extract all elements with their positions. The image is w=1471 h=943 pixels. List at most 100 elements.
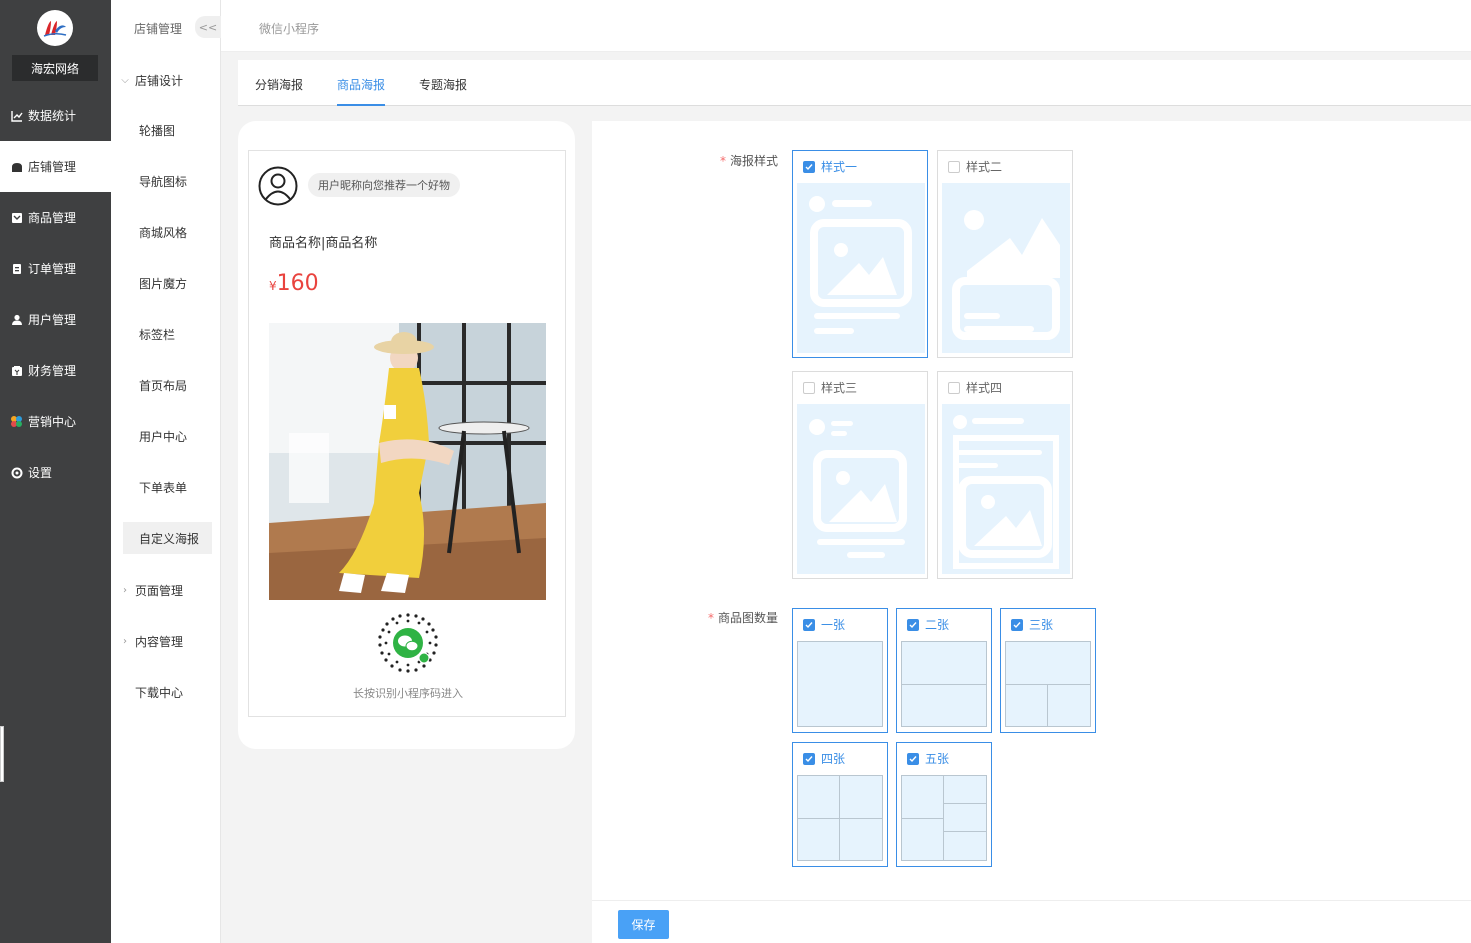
option-head: 四张: [803, 750, 845, 767]
chart-line-icon: [10, 109, 23, 122]
checkbox-checked-icon[interactable]: [907, 752, 919, 765]
group-label: 店铺设计: [135, 74, 184, 88]
sub-menu: 店铺管理 << ⌵ 店铺设计 轮播图 导航图标 商城风格 图片魔方 标签栏 首页…: [111, 0, 221, 943]
nav-item-orders[interactable]: 订单管理: [0, 243, 111, 294]
submenu-title: 店铺管理: [134, 22, 183, 36]
mini-program-qr-icon: [378, 613, 438, 673]
nav-item-settings[interactable]: 设置: [0, 447, 111, 498]
collapse-button[interactable]: <<: [195, 16, 221, 38]
count-option-3[interactable]: 三张: [1000, 608, 1096, 733]
brand-logo: [37, 10, 73, 46]
nav-item-users[interactable]: 用户管理: [0, 294, 111, 345]
nav-label: 营销中心: [28, 415, 77, 429]
style-option-4[interactable]: 样式四: [937, 371, 1073, 579]
style-2-thumbnail-icon: [942, 183, 1070, 353]
goods-image-count-label: * 商品图数量: [708, 609, 778, 626]
option-head: 样式三: [803, 379, 857, 396]
option-head: 三张: [1011, 616, 1053, 633]
nickname-bubble: 用户昵称向您推荐一个好物: [308, 173, 460, 197]
style-option-2[interactable]: 样式二: [937, 150, 1073, 358]
order-icon: [10, 262, 23, 275]
submenu-item-custom-poster[interactable]: 自定义海报: [123, 522, 212, 554]
breadcrumb[interactable]: 微信小程序: [259, 20, 319, 37]
count-option-5[interactable]: 五张: [896, 742, 992, 867]
nav-label: 用户管理: [28, 313, 77, 327]
checkbox-checked-icon[interactable]: [803, 752, 815, 765]
nav-label: 数据统计: [28, 109, 77, 123]
style-option-3[interactable]: 样式三: [792, 371, 928, 579]
group-content-management[interactable]: › 内容管理: [119, 633, 183, 650]
marketing-icon: [10, 415, 23, 428]
checkbox-empty-icon[interactable]: [948, 381, 960, 394]
chevron-right-icon: ›: [123, 585, 127, 596]
checkbox-empty-icon[interactable]: [948, 160, 960, 173]
layout-grid-1: [797, 641, 883, 727]
option-label: 五张: [925, 752, 950, 766]
group-label: 下载中心: [135, 686, 184, 700]
option-label: 一张: [821, 618, 846, 632]
submenu-item-home-layout[interactable]: 首页布局: [123, 369, 212, 401]
download-center[interactable]: 下载中心: [135, 684, 183, 701]
checkbox-empty-icon[interactable]: [803, 381, 815, 394]
nav-item-stats[interactable]: 数据统计: [0, 90, 111, 141]
option-label: 三张: [1029, 618, 1054, 632]
chevron-down-icon: ⌵: [121, 75, 129, 86]
nav-label: 商品管理: [28, 211, 77, 225]
submenu-item-mall-style[interactable]: 商城风格: [123, 216, 212, 248]
nav-item-finance[interactable]: 财务管理: [0, 345, 111, 396]
goods-icon: [10, 211, 23, 224]
label-text: 商品图数量: [718, 611, 779, 625]
checkbox-checked-icon[interactable]: [907, 618, 919, 631]
nav-item-marketing[interactable]: 营销中心: [0, 396, 111, 447]
tab-topic-poster[interactable]: 专题海报: [419, 76, 467, 106]
layout-grid-4: [797, 775, 883, 861]
app-root: 海宏网络 数据统计 店铺管理 商品管理 订单管理 用户管理 财务管理 营销中心 …: [0, 0, 1471, 943]
submenu-item-tabbar[interactable]: 标签栏: [123, 318, 212, 350]
option-label: 样式四: [966, 381, 1003, 395]
currency-symbol: ¥: [269, 279, 277, 293]
settings-panel: * 海报样式 样式一 样式二 样式三 样式四 * 商品图数量 一张 二张 三张 …: [592, 121, 1471, 900]
option-label: 二张: [925, 618, 950, 632]
nav-item-goods[interactable]: 商品管理: [0, 192, 111, 243]
option-head: 五张: [907, 750, 949, 767]
nav-item-store[interactable]: 店铺管理: [0, 141, 111, 192]
submenu-item-user-center[interactable]: 用户中心: [123, 420, 212, 452]
style-4-thumbnail-icon: [942, 404, 1070, 574]
group-store-design[interactable]: ⌵ 店铺设计: [119, 72, 183, 89]
layout-grid-3: [1005, 641, 1091, 727]
user-icon: [10, 313, 23, 326]
chevron-right-icon: ›: [123, 636, 127, 647]
checkbox-checked-icon[interactable]: [1011, 618, 1023, 631]
goods-price: ¥160: [269, 271, 319, 296]
poster-card: 用户昵称向您推荐一个好物 商品名称|商品名称 ¥160 长按识别小程序码进入: [248, 150, 566, 717]
count-option-2[interactable]: 二张: [896, 608, 992, 733]
left-edge-handle[interactable]: [0, 726, 4, 782]
option-head: 样式四: [948, 379, 1002, 396]
submenu-item-nav-icons[interactable]: 导航图标: [123, 165, 212, 197]
count-option-4[interactable]: 四张: [792, 742, 888, 867]
style-1-thumbnail-icon: [797, 183, 925, 353]
style-option-1[interactable]: 样式一: [792, 150, 928, 358]
option-label: 样式一: [821, 160, 858, 174]
count-option-1[interactable]: 一张: [792, 608, 888, 733]
checkbox-checked-icon[interactable]: [803, 160, 815, 173]
checkbox-checked-icon[interactable]: [803, 618, 815, 631]
nav-label: 设置: [28, 466, 53, 480]
submenu-item-carousel[interactable]: 轮播图: [123, 114, 212, 146]
group-label: 内容管理: [135, 635, 184, 649]
poster-style-label: * 海报样式: [720, 152, 778, 169]
group-page-management[interactable]: › 页面管理: [119, 582, 183, 599]
save-button[interactable]: 保存: [618, 910, 669, 939]
option-label: 样式二: [966, 160, 1003, 174]
finance-icon: [10, 364, 23, 377]
goods-photo-illustration: [269, 323, 546, 600]
top-bar: 微信小程序: [221, 0, 1471, 52]
submenu-item-image-cube[interactable]: 图片魔方: [123, 267, 212, 299]
tab-distribution-poster[interactable]: 分销海报: [255, 76, 303, 106]
store-icon: [10, 160, 23, 173]
submenu-item-order-form[interactable]: 下单表单: [123, 471, 212, 503]
nav-label: 订单管理: [28, 262, 77, 276]
tab-goods-poster[interactable]: 商品海报: [337, 76, 386, 106]
option-head: 二张: [907, 616, 949, 633]
brand-name: 海宏网络: [12, 55, 98, 81]
